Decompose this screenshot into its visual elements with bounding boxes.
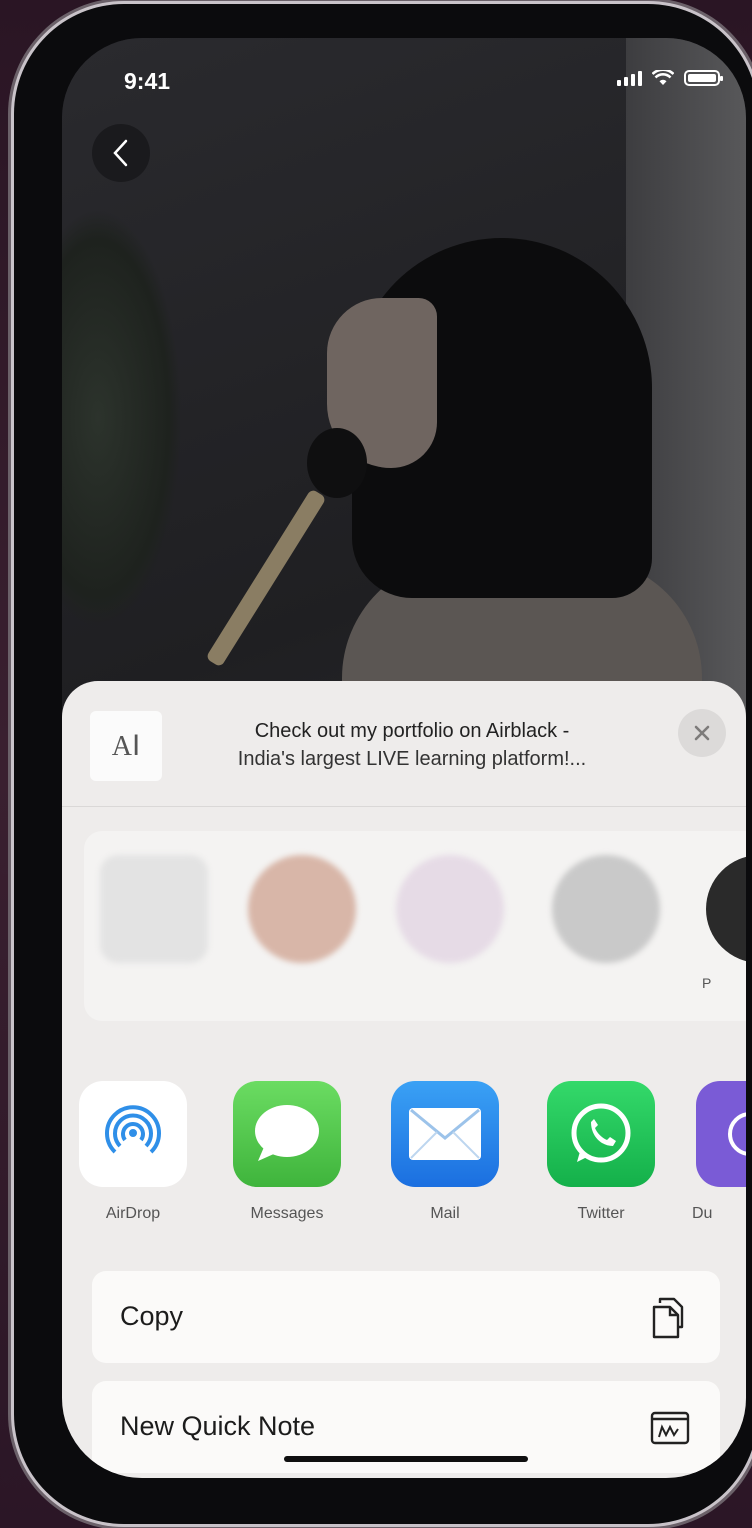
phone-frame: 9:41 AⅠ Check out my portfolio on Airbla… — [14, 4, 752, 1524]
contacts-row: P — [84, 831, 746, 1021]
new-quick-note-label: New Quick Note — [120, 1411, 316, 1441]
share-sheet-header: AⅠ Check out my portfolio on Airblack - … — [62, 681, 746, 811]
share-title-line1: Check out my portfolio on Airblack - — [254, 720, 570, 742]
cellular-signal-icon — [617, 70, 642, 86]
copy-action[interactable]: Copy — [92, 1271, 720, 1363]
back-button[interactable] — [92, 124, 150, 182]
battery-icon — [684, 70, 723, 86]
screen: 9:41 AⅠ Check out my portfolio on Airbla… — [62, 38, 746, 1478]
copy-label: Copy — [120, 1301, 184, 1331]
status-time: 9:41 — [124, 68, 171, 94]
home-indicator — [284, 1456, 528, 1462]
copy-icon — [652, 1297, 684, 1339]
share-preview-thumbnail: AⅠ — [90, 711, 162, 781]
whatsapp-icon — [547, 1081, 655, 1187]
share-title-line2: India's largest LIVE learning platform!.… — [237, 748, 587, 770]
app-twitter[interactable]: Twitter — [536, 1081, 666, 1223]
contact-suggestion[interactable]: P — [700, 855, 746, 991]
app-messages[interactable]: Messages — [222, 1081, 352, 1223]
apps-row: AirDrop Messages Mail Twitter Du — [62, 1081, 746, 1231]
contact-suggestion[interactable] — [390, 855, 510, 975]
status-bar: 9:41 — [62, 68, 746, 98]
close-icon — [694, 725, 710, 741]
contact-suggestion[interactable] — [94, 855, 214, 975]
airdrop-icon — [79, 1081, 187, 1187]
app-partial[interactable]: Du — [692, 1081, 746, 1223]
wifi-icon — [652, 70, 674, 85]
app-icon — [696, 1081, 746, 1187]
close-button[interactable] — [678, 709, 726, 757]
contact-suggestion[interactable] — [242, 855, 362, 975]
share-preview-text: Check out my portfolio on Airblack - Ind… — [172, 717, 652, 773]
mail-icon — [391, 1081, 499, 1187]
chevron-left-icon — [113, 139, 128, 167]
header-divider — [62, 806, 746, 807]
quick-note-icon — [650, 1411, 690, 1445]
messages-icon — [233, 1081, 341, 1187]
app-mail[interactable]: Mail — [380, 1081, 510, 1223]
contact-suggestion[interactable] — [546, 855, 666, 975]
share-sheet: AⅠ Check out my portfolio on Airblack - … — [62, 681, 746, 1478]
app-airdrop[interactable]: AirDrop — [68, 1081, 198, 1223]
